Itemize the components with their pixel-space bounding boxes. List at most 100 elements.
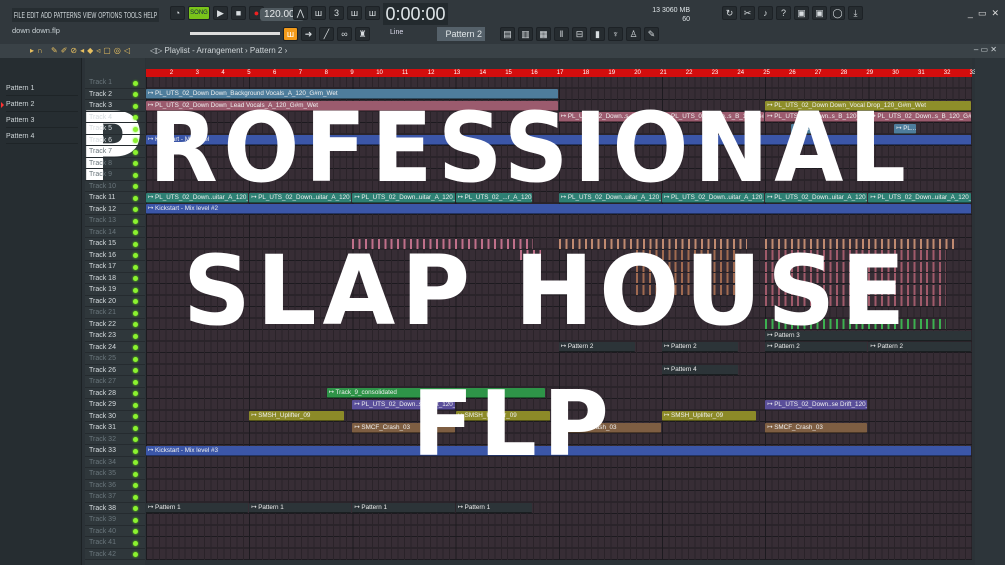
- playlist-clip[interactable]: ↦ PL_UTS_02_Down..uitar_A_120_G#m: [352, 192, 455, 203]
- track-mute-toggle[interactable]: [133, 207, 138, 212]
- playlist-clip[interactable]: ↦ PL_UTS_02_Down..uitar_A_120_G#m: [868, 192, 971, 203]
- track-mute-toggle[interactable]: [133, 506, 138, 511]
- track-header[interactable]: Track 36: [85, 480, 145, 491]
- playlist-icon[interactable]: ▤: [500, 27, 515, 41]
- playlist-clip[interactable]: ↦ Pattern 1: [249, 503, 352, 513]
- vertical-scrollbar[interactable]: [975, 58, 1005, 565]
- track-mute-toggle[interactable]: [133, 448, 138, 454]
- playlist-clip[interactable]: ↦ Pattern 4: [662, 365, 739, 375]
- track-mute-toggle[interactable]: [133, 241, 138, 247]
- pattern-item[interactable]: Pattern 1: [6, 82, 78, 96]
- playlist-clip[interactable]: ↦ SMCF_Crash_03: [765, 422, 868, 433]
- link-icon[interactable]: ∞: [337, 27, 352, 41]
- piano-roll-icon[interactable]: ▥: [518, 27, 533, 41]
- undo-icon[interactable]: ↻: [722, 6, 737, 20]
- track-header[interactable]: Track 13: [85, 215, 145, 227]
- track-mute-toggle[interactable]: [133, 253, 138, 258]
- playlist-clip[interactable]: ↦ PL_UTS_02_Down..uitar_A_120_G#m: [662, 192, 765, 203]
- track-header[interactable]: Track 29: [85, 399, 145, 411]
- track-mute-toggle[interactable]: [133, 126, 138, 132]
- wait-input-icon[interactable]: ш: [311, 6, 326, 20]
- playlist-clip[interactable]: ↦ Pattern 3: [765, 330, 971, 341]
- track-header[interactable]: Track 12: [85, 204, 145, 215]
- playlist-clip[interactable]: ↦ Pattern 2: [765, 342, 868, 352]
- track-mute-toggle[interactable]: [133, 92, 138, 97]
- note-pattern-clip[interactable]: [765, 296, 946, 306]
- track-header[interactable]: Track 42: [85, 549, 145, 560]
- playlist-clip[interactable]: ↦ PL_UTS_02_Down..uitar_A_120_G#m: [146, 192, 249, 203]
- playlist-clip[interactable]: ↦ Kickstart - Mix level: [146, 135, 971, 145]
- track-mute-toggle[interactable]: [133, 138, 138, 143]
- playlist-clip[interactable]: ↦ SMSH_Uplifter_09: [249, 411, 344, 421]
- note-pattern-clip[interactable]: [636, 250, 740, 260]
- track-mute-toggle[interactable]: [133, 149, 138, 155]
- pencil-icon[interactable]: ╱: [319, 27, 334, 41]
- maximize-icon[interactable]: ▭: [978, 8, 987, 19]
- track-mute-toggle[interactable]: [133, 299, 138, 304]
- song-mode-toggle[interactable]: SONG: [188, 6, 210, 20]
- track-header[interactable]: Track 22: [85, 319, 145, 330]
- note-pattern-clip[interactable]: [636, 284, 740, 295]
- track-mute-toggle[interactable]: [133, 517, 138, 523]
- track-mute-toggle[interactable]: [133, 368, 138, 373]
- track-header[interactable]: Track 24: [85, 342, 145, 353]
- pattern-item[interactable]: Pattern 4: [6, 130, 78, 144]
- chat-icon[interactable]: ◯: [830, 6, 845, 20]
- menu-help[interactable]: HELP: [143, 10, 157, 20]
- track-header[interactable]: Track 27: [85, 376, 145, 388]
- menu-tools[interactable]: TOOLS: [124, 10, 142, 20]
- track-mute-toggle[interactable]: [133, 322, 138, 327]
- track-header[interactable]: Track 18: [85, 273, 145, 284]
- master-pitch-slider[interactable]: [190, 32, 280, 35]
- mixer-icon[interactable]: ‖: [554, 27, 569, 41]
- track-mute-toggle[interactable]: [133, 460, 138, 465]
- playlist-clip[interactable]: ↦ SMCF_Crash_03: [558, 422, 661, 433]
- playlist-clip[interactable]: ↦ PL_UTS_02_Down..s_B_120_G#m_Wet: [558, 112, 661, 122]
- playlist-tools-icons[interactable]: ▸∩ ✎✐⊘◂◆◃▢◎◁: [30, 46, 133, 55]
- track-mute-toggle[interactable]: [133, 402, 138, 408]
- playlist-clip[interactable]: ↦ PL_UTS_02_Down..s_B_120_G#m_Wet: [765, 112, 868, 122]
- playlist-clip[interactable]: ↦ Pattern 2: [662, 342, 739, 352]
- track-header[interactable]: Track 19: [85, 284, 145, 296]
- track-mute-toggle[interactable]: [133, 184, 138, 189]
- track-mute-toggle[interactable]: [133, 103, 138, 109]
- typing-keyboard-icon[interactable]: ш: [283, 27, 298, 41]
- track-mute-toggle[interactable]: [133, 356, 138, 362]
- track-header[interactable]: Track 4: [85, 112, 145, 123]
- track-mute-toggle[interactable]: [133, 264, 138, 270]
- track-mute-toggle[interactable]: [133, 483, 138, 488]
- cut-icon[interactable]: ✂: [740, 6, 755, 20]
- playlist-clip[interactable]: ↦ PL_UTS_02_Down..uitar_A_120_G#m: [558, 192, 661, 203]
- menu-patterns[interactable]: PATTERNS: [54, 10, 81, 20]
- play-button[interactable]: ▶: [213, 6, 228, 20]
- playlist-clip[interactable]: ↦ Kickstart - Mix level #2: [146, 204, 971, 214]
- track-mute-toggle[interactable]: [133, 529, 138, 534]
- playlist-overview[interactable]: [146, 58, 972, 69]
- playlist-clip[interactable]: ↦ PL_UTS_02_...r_A_120_G#m: [455, 192, 532, 203]
- stamp-icon[interactable]: ♜: [355, 27, 370, 41]
- browser-icon[interactable]: ⊟: [572, 27, 587, 41]
- playlist-clip[interactable]: ↦ PL_UTS_02_Down..se Drift_120_G#m: [765, 399, 868, 410]
- track-mute-toggle[interactable]: [133, 494, 138, 500]
- help-icon[interactable]: ?: [776, 6, 791, 20]
- track-mute-toggle[interactable]: [133, 379, 138, 385]
- track-mute-toggle[interactable]: [133, 471, 138, 477]
- track-header[interactable]: Track 41: [85, 537, 145, 549]
- playlist-clip[interactable]: ↦ PL_UTS_02_Down..uitar_A_120_G#m: [249, 192, 352, 203]
- playlist-clip[interactable]: ↦ PL_UTS_02_Down Down_Vocal Drop_120_G#m…: [765, 100, 971, 111]
- playlist-clip[interactable]: ↦ SMCF_Crash_03: [352, 422, 455, 433]
- stop-button[interactable]: ■: [231, 6, 246, 20]
- playlist-clip[interactable]: ↦ SMSH_Uplifter_09: [455, 411, 551, 421]
- playlist-clip[interactable]: ↦ Pattern 1: [455, 503, 532, 513]
- track-header[interactable]: Track 2: [85, 89, 145, 100]
- menu-file[interactable]: FILE: [14, 10, 25, 20]
- track-mute-toggle[interactable]: [133, 540, 138, 546]
- playlist-clip[interactable]: ↦ PL_UTS_02_Down..se Drift_120_G#m: [352, 399, 455, 410]
- note-pattern-clip[interactable]: [636, 273, 740, 283]
- track-header[interactable]: Track 14: [85, 227, 145, 238]
- capture-icon[interactable]: ✎: [644, 27, 659, 41]
- track-header[interactable]: Track 34: [85, 457, 145, 468]
- master-volume-knob[interactable]: ◔: [170, 6, 185, 20]
- menu-edit[interactable]: EDIT: [27, 10, 39, 20]
- menu-view[interactable]: VIEW: [83, 10, 96, 20]
